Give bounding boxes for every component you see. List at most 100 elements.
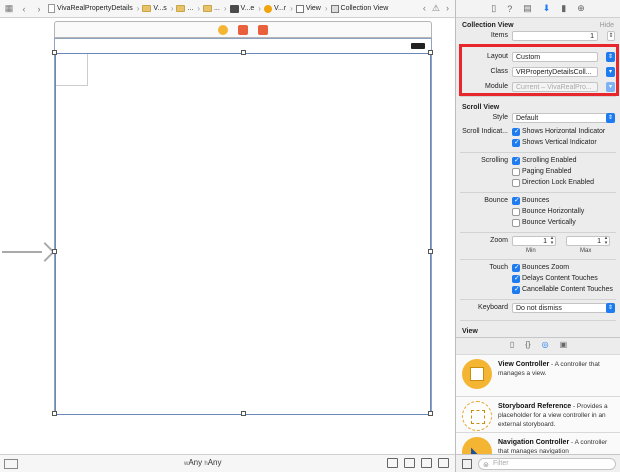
scroll-view-section-header: Scroll View [462, 104, 500, 111]
document-outline-toggle-icon[interactable] [4, 458, 18, 469]
grid-view-icon[interactable] [462, 459, 472, 469]
shows-horizontal-indicator-checkbox[interactable] [512, 127, 520, 136]
resize-handle-bottom-right[interactable] [428, 411, 433, 416]
resolve-layout-icon[interactable] [438, 458, 449, 468]
items-input[interactable]: 1 [512, 31, 598, 41]
breadcrumb-folder[interactable]: V...s › [142, 4, 173, 13]
delays-content-touches-checkbox[interactable] [512, 274, 520, 283]
warning-icon[interactable]: ⚠ [432, 3, 440, 14]
bounces-zoom-row: Touch Bounces Zoom [456, 263, 620, 274]
related-items-icon[interactable]: ▦ [3, 3, 15, 14]
collection-view-section-header: Collection View Hide [462, 22, 614, 29]
stack-view-icon[interactable] [387, 458, 398, 468]
resize-handle-top[interactable] [241, 50, 246, 55]
scrolling-enabled-checkbox[interactable] [512, 156, 520, 165]
bounces-zoom-checkbox[interactable] [512, 263, 520, 272]
style-popup[interactable]: Default [512, 113, 608, 123]
breadcrumb-subgroup[interactable]: ... › [202, 4, 227, 13]
style-row: Style Default ⇕ [492, 113, 615, 123]
size-class-control[interactable]: wAny hAny [184, 458, 222, 467]
storyboard-icon [229, 4, 239, 13]
library-item-navigation-controller[interactable]: ◣ Navigation Controller - A controller t… [456, 432, 620, 454]
identity-inspector-icon[interactable]: ▤ [523, 3, 532, 14]
library-tabs: ▯ {} ◎ ▣ [456, 337, 620, 351]
class-row: Class VRPropertyDetailsColl... ▾ [456, 67, 620, 78]
delays-touches-row: Delays Content Touches [456, 274, 620, 285]
breadcrumb-view-controller[interactable]: V...r › [263, 4, 293, 13]
collection-view-frame[interactable] [55, 53, 431, 415]
direction-lock-checkbox[interactable] [512, 179, 520, 187]
shows-vertical-indicator-checkbox[interactable] [512, 138, 520, 147]
style-popup-arrow-icon[interactable]: ⇕ [606, 113, 615, 123]
library-filter-input[interactable]: ⊜ Filter [478, 458, 616, 470]
attributes-inspector: ▯ ? ▤ ⬇ ▮ ⊕ Collection View Hide Items 1… [455, 0, 620, 472]
layout-row: Layout Custom ⇕ [486, 52, 615, 62]
breadcrumb-view[interactable]: View › [295, 4, 328, 13]
resize-handle-bottom-left[interactable] [52, 411, 57, 416]
zoom-max-stepper-icon[interactable]: ▴ ▾ [603, 236, 609, 246]
hide-section-button[interactable]: Hide [600, 22, 614, 29]
view-controller-icon [462, 359, 492, 389]
resize-handle-left[interactable] [52, 249, 57, 254]
align-icon[interactable] [404, 458, 415, 468]
layout-popup-arrow-icon[interactable]: ⇕ [606, 52, 615, 62]
paging-enabled-row: Paging Enabled [456, 167, 620, 178]
paging-enabled-checkbox[interactable] [512, 168, 520, 176]
breadcrumb-project[interactable]: VivaRealPropertyDetails › [48, 4, 139, 13]
issue-forward-icon[interactable]: › [446, 3, 449, 14]
keyboard-popup[interactable]: Do not dismiss [512, 303, 608, 313]
file-template-library-icon[interactable]: ▯ [510, 340, 514, 349]
direction-lock-row: Direction Lock Enabled [456, 178, 620, 189]
code-snippet-library-icon[interactable]: {} [525, 340, 530, 349]
module-row: Module Current – VivaRealPro... ▾ [456, 82, 620, 93]
attributes-inspector-icon[interactable]: ⬇ [543, 3, 551, 14]
zoom-row: Zoom 1 ▴ ▾ 1 ▴ ▾ Min Max [456, 236, 620, 256]
class-combobox[interactable]: VRPropertyDetailsColl... [512, 67, 598, 77]
resize-handle-bottom[interactable] [241, 411, 246, 416]
resize-handle-right[interactable] [428, 249, 433, 254]
filter-icon: ⊜ [483, 462, 489, 469]
bounce-vertically-checkbox[interactable] [512, 219, 520, 227]
cancellable-content-touches-checkbox[interactable] [512, 285, 520, 294]
bounce-horizontally-checkbox[interactable] [512, 208, 520, 216]
scene-dock[interactable] [54, 21, 432, 38]
keyboard-popup-arrow-icon[interactable]: ⇕ [606, 303, 615, 313]
initial-view-controller-arrow-icon[interactable] [2, 242, 55, 262]
bounce-vertically-row: Bounce Vertically [456, 218, 620, 229]
collection-view-icon [330, 4, 339, 13]
zoom-min-stepper-icon[interactable]: ▴ ▾ [549, 236, 555, 246]
layout-popup[interactable]: Custom [512, 52, 598, 62]
media-library-icon[interactable]: ▣ [560, 340, 568, 349]
resize-handle-top-right[interactable] [428, 50, 433, 55]
breadcrumb-collection-view[interactable]: Collection View [330, 4, 388, 13]
view-controller-scene[interactable] [52, 38, 433, 416]
items-row: Items 1 ⇕ [490, 31, 615, 41]
first-responder-dock-icon[interactable] [238, 24, 248, 35]
help-inspector-icon[interactable]: ? [507, 4, 512, 14]
library-item-view-controller[interactable]: View Controller - A controller that mana… [456, 354, 620, 396]
view-controller-icon [263, 4, 272, 13]
bounce-horizontally-row: Bounce Horizontally [456, 207, 620, 218]
collection-view-cell[interactable] [56, 54, 88, 86]
forward-chevron-icon[interactable]: › [33, 4, 45, 14]
keyboard-row: Keyboard Do not dismiss ⇕ [478, 303, 615, 313]
cancellable-touches-row: Cancellable Content Touches [456, 285, 620, 296]
breadcrumb-group[interactable]: ... › [176, 4, 200, 13]
jump-bar: ▦ ‹ › VivaRealPropertyDetails › V...s › ..… [0, 0, 455, 18]
issue-back-icon[interactable]: ‹ [423, 3, 426, 14]
bounces-checkbox[interactable] [512, 196, 520, 205]
resize-handle-top-left[interactable] [52, 50, 57, 55]
items-stepper-icon[interactable]: ⇕ [607, 31, 615, 41]
module-dropdown-icon[interactable]: ▾ [606, 82, 615, 92]
exit-dock-icon[interactable] [258, 24, 268, 35]
size-inspector-icon[interactable]: ▮ [561, 3, 566, 14]
module-combobox[interactable]: Current – VivaRealPro... [512, 82, 598, 92]
file-inspector-icon[interactable]: ▯ [491, 3, 496, 14]
connections-inspector-icon[interactable]: ⊕ [577, 3, 585, 14]
view-controller-dock-icon[interactable] [218, 24, 228, 35]
object-library-icon[interactable]: ◎ [542, 340, 549, 349]
back-chevron-icon[interactable]: ‹ [18, 4, 30, 14]
pin-icon[interactable] [421, 458, 432, 468]
breadcrumb-storyboard[interactable]: V...e › [229, 4, 261, 13]
class-dropdown-icon[interactable]: ▾ [606, 67, 615, 77]
